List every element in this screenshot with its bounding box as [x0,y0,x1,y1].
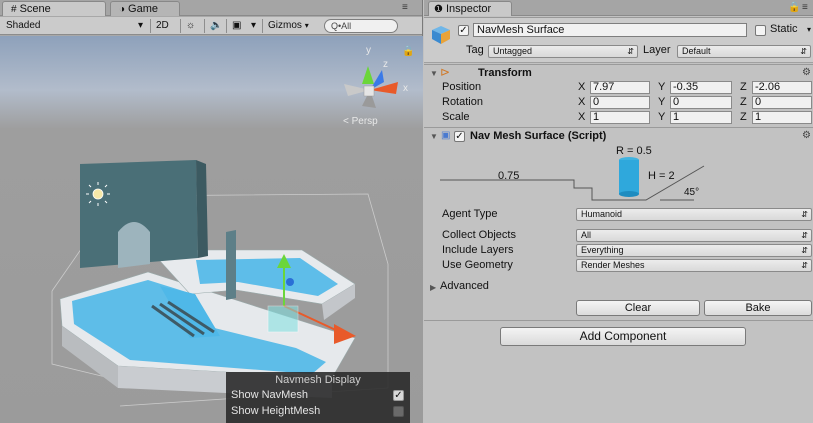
transform-foldout-icon[interactable]: ▼ [430,69,438,78]
tab-game[interactable]: ◑ Game [110,1,180,16]
diagram-slope-label: 45° [684,187,700,198]
static-arrow-icon[interactable]: ▾ [807,23,811,36]
position-y-axis: Y [658,81,666,93]
layer-dropdown[interactable]: Default ⇵ [677,45,811,58]
position-z-field[interactable]: -2.06 [752,81,812,94]
navmesh-surface-header[interactable]: ▼ ▣ ✓ Nav Mesh Surface (Script) ⚙ [424,127,813,144]
scale-z-field[interactable]: 1 [752,111,812,124]
pacman-icon: ◑ [119,4,126,15]
info-icon: ❶ [434,4,443,15]
agent-type-dropdown[interactable]: Humanoid ⇵ [576,208,812,221]
layer-label: Layer [643,44,671,56]
transform-gear-icon[interactable]: ⚙ [802,67,811,78]
diagram-radius-label: R = 0.5 [616,145,652,157]
gizmo-z-label: z [383,59,388,70]
shading-arrow-icon: ▾ [138,20,144,31]
bake-button[interactable]: Bake [704,300,812,316]
gameobject-cube-icon [432,26,450,44]
position-y-field[interactable]: -0.35 [670,81,732,94]
tab-scene[interactable]: # Scene [2,1,106,16]
scale-y-axis: Y [658,111,666,123]
tag-label: Tag [466,44,484,56]
components-divider [424,320,813,321]
agent-type-label: Agent Type [442,208,498,220]
use-geometry-label: Use Geometry [442,259,513,271]
scene-tabbar: # Scene ◑ Game ≡ [0,0,422,16]
hash-icon: # [11,4,17,15]
transform-header[interactable]: ▼ ⊳ Transform ⚙ [424,64,813,81]
scale-x-axis: X [578,111,586,123]
gameobject-name-field[interactable]: NavMesh Surface [473,23,747,37]
script-icon: ▣ [441,130,451,141]
show-navmesh-checkbox[interactable]: ✓ [393,390,404,401]
scale-z-axis: Z [740,111,747,123]
persp-label[interactable]: < Persp [343,116,378,127]
show-heightmesh-checkbox[interactable] [393,406,404,417]
scale-x-field[interactable]: 1 [590,111,650,124]
gizmo-x-label: x [403,83,408,94]
effects-arrow-icon[interactable]: ▾ [251,19,256,33]
navmesh-enabled-checkbox[interactable]: ✓ [454,131,465,142]
toggle-2d-button[interactable]: 2D [156,19,176,33]
gameobject-header: ✓ NavMesh Surface Static ▾ Tag Untagged ⇵… [424,17,813,63]
inspector-tabbar: ❶ Inspector 🔒 ≡ [424,0,813,16]
show-heightmesh-row[interactable]: Show HeightMesh [226,403,410,419]
scene-viewport[interactable]: y z x 🔒 < Persp [0,36,423,423]
scene-search-input[interactable]: Q•All [324,19,398,33]
shading-mode-dropdown[interactable]: Shaded [6,19,76,33]
include-layers-dropdown[interactable]: Everything ⇵ [576,244,812,257]
inspector-menu-icon[interactable]: ≡ [802,2,808,13]
diagram-height-label: H = 2 [648,170,675,182]
gizmo-y-label: y [366,45,371,56]
add-component-button[interactable]: Add Component [500,327,746,346]
show-navmesh-row[interactable]: Show NavMesh ✓ [226,387,410,403]
navmesh-surface-title: Nav Mesh Surface (Script) [470,130,607,142]
rotation-label: Rotation [442,96,483,108]
scale-y-field[interactable]: 1 [670,111,732,124]
inspector-panel: ❶ Inspector 🔒 ≡ ✓ NavMesh Surface Static … [424,0,813,423]
collect-objects-dropdown[interactable]: All ⇵ [576,229,812,242]
lighting-icon[interactable]: ☼ [186,19,195,33]
rotation-y-field[interactable]: 0 [670,96,732,109]
position-z-axis: Z [740,81,747,93]
position-x-axis: X [578,81,586,93]
transform-axes-icon: ⊳ [440,65,451,79]
scale-label: Scale [442,111,470,123]
scene-toolbar: Shaded ▾ 2D ☼ 🔈 ▣ ▾ Gizmos ▾ Q•All [0,17,422,35]
position-label: Position [442,81,482,93]
audio-icon[interactable]: 🔈 [210,19,222,33]
include-layers-label: Include Layers [442,244,514,256]
static-label: Static [770,23,798,35]
rotation-y-axis: Y [658,96,666,108]
navmesh-foldout-icon[interactable]: ▼ [430,132,438,141]
gameobject-active-checkbox[interactable]: ✓ [458,25,469,36]
use-geometry-dropdown[interactable]: Render Meshes ⇵ [576,259,812,272]
rotation-x-axis: X [578,96,586,108]
static-checkbox[interactable] [755,25,766,36]
effects-icon[interactable]: ▣ [232,19,241,33]
scene-menu-icon[interactable]: ≡ [402,2,408,13]
gizmos-dropdown[interactable]: Gizmos ▾ [268,19,309,33]
tag-dropdown[interactable]: Untagged ⇵ [488,45,638,58]
rotation-z-axis: Z [740,96,747,108]
rotation-z-field[interactable]: 0 [752,96,812,109]
scene-panel: # Scene ◑ Game ≡ Shaded ▾ 2D ☼ 🔈 ▣ ▾ Gizmo… [0,0,423,423]
advanced-foldout-icon[interactable]: ▶ [430,283,436,292]
clear-button[interactable]: Clear [576,300,700,316]
tab-inspector[interactable]: ❶ Inspector [428,1,512,16]
collect-objects-label: Collect Objects [442,229,516,241]
position-x-field[interactable]: 7.97 [590,81,650,94]
scene-3d-render [51,66,398,407]
navmesh-display-overlay: Navmesh Display Show NavMesh ✓ Show Heig… [226,372,410,423]
rotation-x-field[interactable]: 0 [590,96,650,109]
advanced-label[interactable]: Advanced [440,280,489,293]
transform-title: Transform [478,67,532,79]
lock-icon[interactable]: 🔒 [402,45,414,58]
navmesh-display-title: Navmesh Display [275,374,361,386]
navmesh-gear-icon[interactable]: ⚙ [802,130,811,141]
diagram-step-label: 0.75 [498,170,520,182]
inspector-lock-icon[interactable]: 🔒 [788,2,800,13]
orientation-gizmo[interactable] [344,66,398,108]
